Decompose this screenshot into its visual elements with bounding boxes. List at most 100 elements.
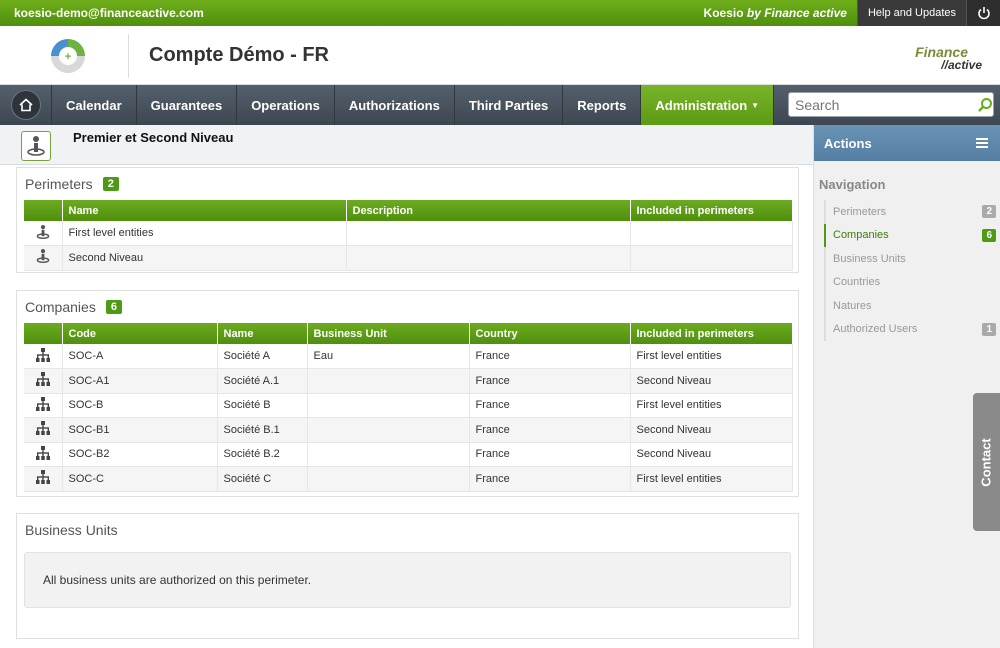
cell-business-unit [307,393,470,418]
cell-business-unit: Eau [307,344,470,369]
nav-third-parties[interactable]: Third Parties [455,85,564,125]
cell-country: France [469,344,631,369]
companies-panel: Companies 6 Code Name Business Unit Coun… [16,290,799,497]
perimeters-count-badge: 2 [102,177,119,191]
org-chart-icon [35,347,50,362]
col-header-name[interactable]: Name [62,200,347,221]
sidebar-item-label: Companies [833,229,889,242]
org-chart-icon [35,421,50,436]
table-row[interactable]: Second Niveau [24,245,793,271]
business-units-panel: Business Units All business units are au… [16,513,799,639]
nav-reports[interactable]: Reports [563,85,642,125]
navigation-title: Navigation [819,177,886,192]
actions-sidebar: Actions Navigation Perimeters 2 Companies 6… [813,125,1000,648]
home-button[interactable] [0,85,52,125]
cell-included [630,245,793,271]
cell-included: First level entities [630,466,793,492]
user-email: koesio-demo@financeactive.com [14,6,204,20]
cell-business-unit [307,417,470,443]
cell-name: Société B.1 [217,417,308,443]
top-bar: koesio-demo@financeactive.com Koesio by … [0,0,1000,26]
power-button[interactable] [966,0,1000,26]
col-header-business-unit[interactable]: Business Unit [307,323,470,344]
org-chart-icon [35,470,50,485]
table-row[interactable]: SOC-A1 Société A.1 France Second Niveau [24,368,793,394]
sidebar-item-natures[interactable]: Natures [824,294,1000,318]
menu-icon[interactable] [976,138,988,148]
perimeters-panel: Perimeters 2 Name Description Included i… [16,167,799,273]
sidebar-nav-list: Perimeters 2 Companies 6 Business Units Count… [824,200,1000,341]
table-row[interactable]: SOC-A Société A Eau France First level entit… [24,344,793,369]
sidebar-item-business-units[interactable]: Business Units [824,247,1000,271]
app-logo-icon[interactable]: + [48,36,88,76]
cell-code: SOC-A1 [62,368,218,394]
finance-active-logo: Finance //active [910,36,982,76]
search-icon [977,97,992,112]
header-divider [128,34,129,78]
cell-business-unit [307,442,470,467]
business-units-title: Business Units [25,522,118,538]
help-button[interactable]: Help and Updates [856,0,966,26]
sidebar-item-perimeters[interactable]: Perimeters 2 [824,200,1000,224]
col-header-included[interactable]: Included in perimeters [630,200,793,221]
header: + Compte Démo - FR Finance //active [0,26,1000,85]
home-icon [18,98,33,112]
nav-administration-label: Administration [655,97,748,113]
companies-title: Companies 6 [17,291,798,315]
companies-count-badge: 6 [105,300,122,314]
cell-included: Second Niveau [630,368,793,394]
col-header-description[interactable]: Description [346,200,631,221]
perimeters-title: Perimeters 2 [17,168,798,192]
sidebar-item-authorized-users[interactable]: Authorized Users 1 [824,317,1000,341]
search-button[interactable] [976,97,993,113]
table-row[interactable]: SOC-C Société C France First level entities [24,466,793,492]
actions-header[interactable]: Actions [814,125,1000,161]
sidebar-item-countries[interactable]: Countries [824,270,1000,294]
nav-guarantees[interactable]: Guarantees [137,85,238,125]
svg-text:+: + [65,51,71,63]
companies-table: Code Name Business Unit Country Included… [24,323,793,492]
sidebar-item-label: Authorized Users [833,323,918,336]
cell-code: SOC-C [62,466,218,492]
cell-included: Second Niveau [630,442,793,467]
col-header-country[interactable]: Country [469,323,631,344]
cell-included: First level entities [630,344,793,369]
nav-operations[interactable]: Operations [237,85,335,125]
brand-suffix: by Finance active [746,6,847,20]
cell-name: First level entities [62,221,347,246]
main-nav: Calendar Guarantees Operations Authoriza… [0,85,1000,125]
cell-business-unit [307,368,470,394]
account-title: Compte Démo - FR [149,44,329,66]
nav-administration[interactable]: Administration ▼ [641,85,775,125]
cell-business-unit [307,466,470,492]
cell-included: First level entities [630,393,793,418]
sidebar-item-label: Perimeters [833,205,887,218]
companies-title-label: Companies [25,299,96,315]
perimeters-table: Name Description Included in perimeters … [24,200,793,271]
table-row[interactable]: SOC-B2 Société B.2 France Second Niveau [24,442,793,467]
col-header-name[interactable]: Name [217,323,308,344]
sidebar-item-companies[interactable]: Companies 6 [824,223,1000,247]
perimeter-icon [21,131,51,161]
perimeter-icon [36,224,50,239]
page-header: Premier et Second Niveau [0,125,813,165]
cell-name: Second Niveau [62,245,347,271]
table-row[interactable]: First level entities [24,221,793,246]
caret-down-icon: ▼ [751,100,760,110]
contact-tab[interactable]: Contact [973,393,1000,531]
power-icon [977,7,990,20]
table-row[interactable]: SOC-B1 Société B.1 France Second Niveau [24,417,793,443]
cell-code: SOC-B2 [62,442,218,467]
table-row[interactable]: SOC-B Société B France First level entities [24,393,793,418]
cell-included: Second Niveau [630,417,793,443]
cell-name: Société A.1 [217,368,308,394]
cell-code: SOC-B1 [62,417,218,443]
search-input[interactable] [789,96,976,113]
perimeters-title-label: Perimeters [25,176,93,192]
nav-calendar[interactable]: Calendar [52,85,137,125]
col-header-included[interactable]: Included in perimeters [630,323,793,344]
cell-country: France [469,466,631,492]
nav-authorizations[interactable]: Authorizations [335,85,455,125]
col-header-code[interactable]: Code [62,323,218,344]
cell-name: Société B [217,393,308,418]
